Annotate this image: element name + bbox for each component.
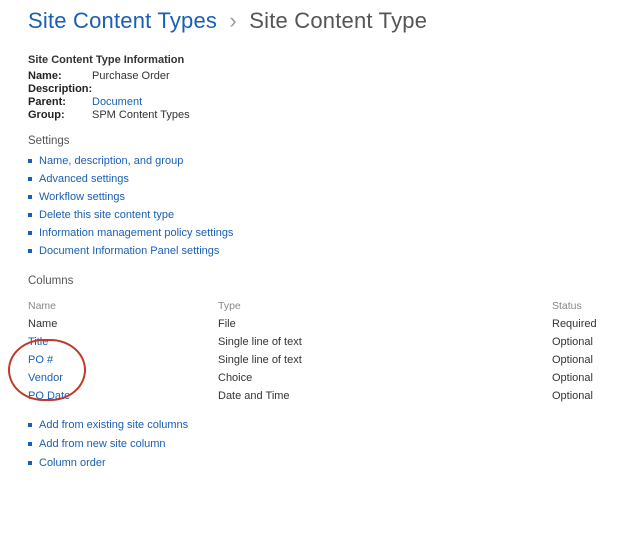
columns-section: Columns Name Type Status Name File Requi… <box>28 275 622 469</box>
col-type: Single line of text <box>218 351 552 369</box>
settings-link-delete[interactable]: Delete this site content type <box>39 209 174 221</box>
info-value-name: Purchase Order <box>92 70 170 82</box>
info-label-name: Name: <box>28 70 92 82</box>
col-type: Choice <box>218 369 552 387</box>
col-type: Date and Time <box>218 387 552 405</box>
col-header-name: Name <box>28 297 218 315</box>
columns-table: Name Type Status Name File Required Titl… <box>28 297 622 405</box>
action-column-order[interactable]: Column order <box>39 457 106 469</box>
action-add-existing[interactable]: Add from existing site columns <box>39 419 188 431</box>
col-header-type: Type <box>218 297 552 315</box>
col-name-link-vendor[interactable]: Vendor <box>28 369 218 387</box>
bullet-icon <box>28 423 32 427</box>
settings-link-name-desc-group[interactable]: Name, description, and group <box>39 155 183 167</box>
bullet-icon <box>28 461 32 465</box>
col-status: Required <box>552 315 622 333</box>
col-status: Optional <box>552 369 622 387</box>
col-name-link-po-date[interactable]: PO Date <box>28 387 218 405</box>
breadcrumb-parent[interactable]: Site Content Types <box>28 8 217 33</box>
breadcrumb-current: Site Content Type <box>249 8 427 33</box>
bullet-icon <box>28 195 32 199</box>
info-label-description: Description: <box>28 83 92 95</box>
col-type: Single line of text <box>218 333 552 351</box>
action-add-new[interactable]: Add from new site column <box>39 438 166 450</box>
settings-link-dip[interactable]: Document Information Panel settings <box>39 245 219 257</box>
info-label-parent: Parent: <box>28 96 92 108</box>
content-type-info: Site Content Type Information Name: Purc… <box>28 54 622 121</box>
settings-link-advanced[interactable]: Advanced settings <box>39 173 129 185</box>
bullet-icon <box>28 249 32 253</box>
col-name: Name <box>28 315 218 333</box>
bullet-icon <box>28 231 32 235</box>
info-value-group: SPM Content Types <box>92 109 190 121</box>
settings-link-workflow[interactable]: Workflow settings <box>39 191 125 203</box>
col-status: Optional <box>552 351 622 369</box>
info-heading: Site Content Type Information <box>28 54 622 66</box>
bullet-icon <box>28 213 32 217</box>
breadcrumb: Site Content Types › Site Content Type <box>28 8 622 34</box>
bullet-icon <box>28 442 32 446</box>
settings-links: Name, description, and group Advanced se… <box>28 155 622 257</box>
col-type: File <box>218 315 552 333</box>
settings-heading: Settings <box>28 135 622 147</box>
settings-link-policy[interactable]: Information management policy settings <box>39 227 233 239</box>
col-name-link-po-number[interactable]: PO # <box>28 351 218 369</box>
bullet-icon <box>28 159 32 163</box>
col-status: Optional <box>552 387 622 405</box>
col-name-link-title[interactable]: Title <box>28 333 218 351</box>
bullet-icon <box>28 177 32 181</box>
col-status: Optional <box>552 333 622 351</box>
chevron-right-icon: › <box>229 8 237 33</box>
columns-heading: Columns <box>28 275 622 287</box>
info-value-parent[interactable]: Document <box>92 96 142 108</box>
info-label-group: Group: <box>28 109 92 121</box>
col-header-status: Status <box>552 297 622 315</box>
column-actions: Add from existing site columns Add from … <box>28 419 622 469</box>
